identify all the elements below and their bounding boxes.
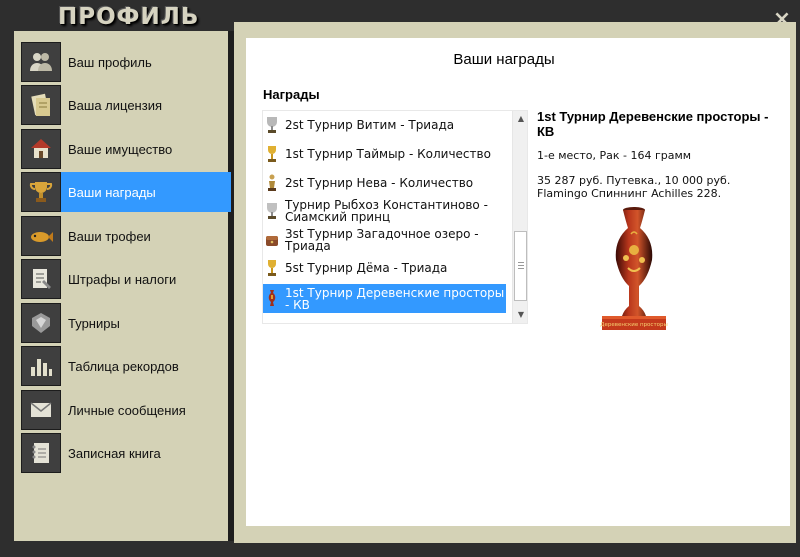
sidebar-item-trophies[interactable]: Ваши трофеи [21,216,231,256]
scroll-thumb[interactable] [514,231,527,301]
sidebar-item-label: Таблица рекордов [68,358,179,374]
fish-icon [21,216,61,256]
grip-icon [518,262,524,269]
page-title: Ваши награды [453,51,555,68]
sidebar-item-label: Штрафы и налоги [68,271,177,287]
list-item[interactable]: 1st Турнир Таймыр - Количество [263,143,506,165]
sidebar-item-notebook[interactable]: Записная книга [21,433,231,473]
sidebar-item-profile[interactable]: Ваш профиль [21,42,231,82]
list-item-selected[interactable]: 1st Турнир Деревенские просторы - КВ [263,284,506,313]
list-item[interactable]: 3st Турнир Загадочное озеро - Триада [263,226,506,254]
badge-icon [21,303,61,343]
document-icon [21,259,61,299]
scroll-up-icon[interactable]: ▲ [513,111,527,127]
list-item[interactable]: Турнир Рыбхоз Константиново - Сиамский п… [263,197,506,225]
sidebar-item-awards[interactable]: Ваши награды [21,172,231,212]
sidebar-item-label: Ваши награды [68,184,156,200]
award-detail-prize: 35 287 руб. Путевка., 10 000 руб. Flamin… [537,174,731,200]
silver-cup-icon [265,115,279,135]
profile-window: ПРОФИЛЬ × Ваш профиль Ваша лицензия Ваше… [0,0,800,557]
sidebar-item-label: Турниры [68,315,120,331]
awards-list[interactable]: 2st Турнир Витим - Триада 1st Турнир Тай… [262,110,528,324]
award-vase-image: Деревенские просторы [600,207,668,330]
envelope-icon [21,390,61,430]
sidebar-item-license[interactable]: Ваша лицензия [21,85,231,125]
license-icon [21,85,61,125]
silver-cup-icon [265,201,279,221]
award-detail-title: 1st Турнир Деревенские просторы - КВ [537,109,769,139]
award-label: 1st Турнир Таймыр - Количество [285,147,491,161]
vase-icon [265,289,279,309]
gold-cup-icon [265,258,279,278]
list-item[interactable]: 5st Турнир Дёма - Триада [263,257,506,279]
award-label: Турнир Рыбхоз Константиново - Сиамский п… [285,198,488,224]
award-detail-place: 1-е место, Рак - 164 грамм [537,149,692,162]
trophy-icon [21,172,61,212]
sidebar-item-label: Ваш профиль [68,54,152,70]
silver-statue-icon [265,173,279,193]
award-detail: 1st Турнир Деревенские просторы - КВ 1-е… [537,109,777,200]
sidebar-item-label: Личные сообщения [68,402,186,418]
scroll-down-icon[interactable]: ▼ [513,307,527,323]
sidebar-item-label: Ваше имущество [68,141,173,157]
award-label: 3st Турнир Загадочное озеро - Триада [285,227,479,253]
sidebar-item-property[interactable]: Ваше имущество [21,129,231,169]
vase-caption: Деревенские просторы [600,322,668,328]
sidebar-item-messages[interactable]: Личные сообщения [21,390,231,430]
award-label: 2st Турнир Нева - Количество [285,176,474,190]
awards-heading: Награды [263,87,320,102]
sidebar-item-label: Ваши трофеи [68,228,151,244]
sidebar-item-tournaments[interactable]: Турниры [21,303,231,343]
award-label: 1st Турнир Деревенские просторы - КВ [285,285,505,312]
award-label: 5st Турнир Дёма - Триада [285,261,448,275]
sidebar: Ваш профиль Ваша лицензия Ваше имущество… [14,31,234,541]
list-item[interactable]: 2st Турнир Витим - Триада [263,114,506,136]
sidebar-item-label: Ваша лицензия [68,97,162,113]
window-title: ПРОФИЛЬ [58,4,200,30]
sidebar-item-label: Записная книга [68,445,161,461]
bar-chart-icon [21,346,61,386]
notebook-icon [21,433,61,473]
awards-panel: Ваши награды Награды 2st Турнир Витим - … [246,38,790,526]
sidebar-item-fines[interactable]: Штрафы и налоги [21,259,231,299]
award-label: 2st Турнир Витим - Триада [285,118,455,132]
bronze-chest-icon [265,230,279,250]
list-item[interactable]: 2st Турнир Нева - Количество [263,172,506,194]
gold-cup-icon [265,144,279,164]
scrollbar[interactable]: ▲ ▼ [512,111,527,323]
users-icon [21,42,61,82]
house-icon [21,129,61,169]
sidebar-item-records[interactable]: Таблица рекордов [21,346,231,386]
